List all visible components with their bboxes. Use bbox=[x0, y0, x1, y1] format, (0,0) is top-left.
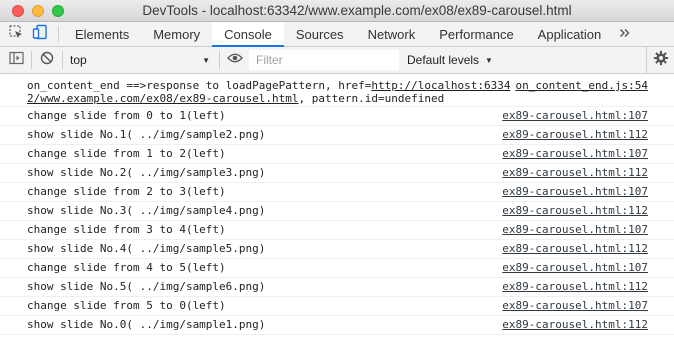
console-message-text: show slide No.3( ../img/sample4.png) bbox=[27, 204, 266, 217]
console-log-list: change slide from 0 to 1(left) ex89-carou… bbox=[0, 107, 674, 335]
tab-memory-label: Memory bbox=[153, 26, 201, 42]
log-levels-label: Default levels bbox=[407, 53, 480, 67]
source-link[interactable]: ex89-carousel.html:112 bbox=[492, 242, 648, 255]
console-message-text: show slide No.4( ../img/sample5.png) bbox=[27, 242, 266, 255]
tab-divider bbox=[58, 26, 59, 42]
console-message: show slide No.4( ../img/sample5.png) ex89… bbox=[0, 240, 674, 259]
tab-console[interactable]: Console bbox=[212, 22, 284, 47]
source-link[interactable]: ex89-carousel.html:112 bbox=[492, 318, 648, 331]
console-message-text: change slide from 3 to 4(left) bbox=[27, 223, 226, 236]
console-message: change slide from 5 to 0(left) ex89-carou… bbox=[0, 297, 674, 316]
tab-sources-label: Sources bbox=[295, 26, 344, 42]
title-bar: DevTools - localhost:63342/www.example.c… bbox=[0, 0, 674, 22]
chevron-down-icon: ▼ bbox=[202, 55, 210, 65]
toolbar-divider bbox=[31, 51, 32, 69]
console-sidebar-toggle[interactable] bbox=[4, 47, 28, 73]
console-message-text: change slide from 4 to 5(left) bbox=[27, 261, 226, 274]
chevron-down-icon: ▼ bbox=[485, 55, 493, 65]
tab-network[interactable]: Network bbox=[356, 22, 428, 46]
console-message-text: on_content_end ==>response to loadPagePa… bbox=[27, 79, 510, 105]
source-link[interactable]: ex89-carousel.html:112 bbox=[492, 128, 648, 141]
console-messages: on_content_end ==>response to loadPagePa… bbox=[0, 76, 674, 339]
console-message-text: show slide No.5( ../img/sample6.png) bbox=[27, 280, 266, 293]
console-message-text: change slide from 1 to 2(left) bbox=[27, 147, 226, 160]
log-levels-dropdown[interactable]: Default levels ▼ bbox=[407, 53, 493, 67]
console-message-text: show slide No.2( ../img/sample3.png) bbox=[27, 166, 266, 179]
console-message: show slide No.0( ../img/sample1.png) ex89… bbox=[0, 316, 674, 335]
settings-gear-icon bbox=[653, 50, 669, 71]
console-message: change slide from 4 to 5(left) ex89-carou… bbox=[0, 259, 674, 278]
clear-console-icon bbox=[40, 51, 54, 70]
tab-application-label: Application bbox=[537, 26, 602, 42]
console-message: show slide No.2( ../img/sample3.png) ex89… bbox=[0, 164, 674, 183]
devtools-window: DevTools - localhost:63342/www.example.c… bbox=[0, 0, 674, 339]
device-toolbar-icon bbox=[32, 24, 48, 45]
panel-tab-bar: Elements Memory Console Sources Network … bbox=[0, 22, 674, 47]
javascript-context-select[interactable]: top ▼ bbox=[66, 50, 216, 70]
tab-elements-label: Elements bbox=[75, 26, 130, 42]
source-link[interactable]: ex89-carousel.html:112 bbox=[492, 204, 648, 217]
console-toolbar: top ▼ Filter Default levels ▼ bbox=[0, 47, 674, 74]
console-message-text: show slide No.1( ../img/sample2.png) bbox=[27, 128, 266, 141]
source-link[interactable]: ex89-carousel.html:107 bbox=[492, 147, 648, 160]
sidebar-toggle-icon bbox=[8, 51, 24, 70]
console-message-text: show slide No.0( ../img/sample1.png) bbox=[27, 318, 266, 331]
console-message-text: change slide from 5 to 0(left) bbox=[27, 299, 226, 312]
tab-console-label: Console bbox=[224, 26, 272, 42]
source-link[interactable]: ex89-carousel.html:107 bbox=[492, 299, 648, 312]
inspect-element-icon bbox=[8, 24, 24, 45]
source-link[interactable]: ex89-carousel.html:107 bbox=[492, 185, 648, 198]
console-message: show slide No.3( ../img/sample4.png) ex89… bbox=[0, 202, 674, 221]
tab-memory[interactable]: Memory bbox=[141, 22, 212, 46]
console-message: on_content_end ==>response to loadPagePa… bbox=[0, 76, 674, 107]
tab-network-label: Network bbox=[367, 26, 416, 42]
clear-console-button[interactable] bbox=[35, 47, 59, 73]
console-message: change slide from 2 to 3(left) ex89-carou… bbox=[0, 183, 674, 202]
console-message: change slide from 1 to 2(left) ex89-carou… bbox=[0, 145, 674, 164]
source-link[interactable]: ex89-carousel.html:107 bbox=[492, 223, 648, 236]
url-link[interactable]: http://localhost:6334 bbox=[371, 79, 510, 92]
console-message: show slide No.1( ../img/sample2.png) ex89… bbox=[0, 126, 674, 145]
more-tabs-button[interactable] bbox=[613, 22, 637, 46]
inspect-element-button[interactable] bbox=[4, 22, 28, 46]
context-select-value: top bbox=[70, 53, 87, 67]
source-link[interactable]: ex89-carousel.html:112 bbox=[492, 280, 648, 293]
tab-elements[interactable]: Elements bbox=[63, 22, 141, 46]
more-tabs-chevron-icon bbox=[619, 26, 631, 42]
console-settings-button[interactable] bbox=[646, 47, 674, 73]
tab-performance[interactable]: Performance bbox=[427, 22, 525, 46]
message-text-part: on_content_end ==>response to loadPagePa… bbox=[27, 79, 372, 92]
console-message: change slide from 3 to 4(left) ex89-carou… bbox=[0, 221, 674, 240]
device-toolbar-button[interactable] bbox=[28, 22, 52, 46]
eye-icon bbox=[227, 51, 243, 69]
source-link[interactable]: on_content_end.js:54 bbox=[516, 79, 648, 92]
console-message: show slide No.5( ../img/sample6.png) ex89… bbox=[0, 278, 674, 297]
message-text-part: , pattern.id=undefined bbox=[298, 92, 445, 105]
window-title: DevTools - localhost:63342/www.example.c… bbox=[142, 3, 572, 18]
tab-performance-label: Performance bbox=[439, 26, 514, 42]
toolbar-divider bbox=[62, 51, 63, 69]
console-message: change slide from 0 to 1(left) ex89-carou… bbox=[0, 107, 674, 126]
tab-application[interactable]: Application bbox=[526, 22, 614, 46]
toolbar-divider bbox=[219, 51, 220, 69]
source-link[interactable]: ex89-carousel.html:107 bbox=[492, 261, 648, 274]
tab-sources[interactable]: Sources bbox=[284, 22, 356, 46]
console-message-text: change slide from 2 to 3(left) bbox=[27, 185, 226, 198]
source-link[interactable]: ex89-carousel.html:112 bbox=[492, 166, 648, 179]
console-message-text: change slide from 0 to 1(left) bbox=[27, 109, 226, 122]
live-expression-button[interactable] bbox=[223, 47, 247, 73]
source-link[interactable]: ex89-carousel.html:107 bbox=[492, 109, 648, 122]
url-link[interactable]: 2/www.example.com/ex08/ex89-carousel.htm… bbox=[27, 92, 299, 105]
filter-input[interactable]: Filter bbox=[249, 50, 399, 70]
